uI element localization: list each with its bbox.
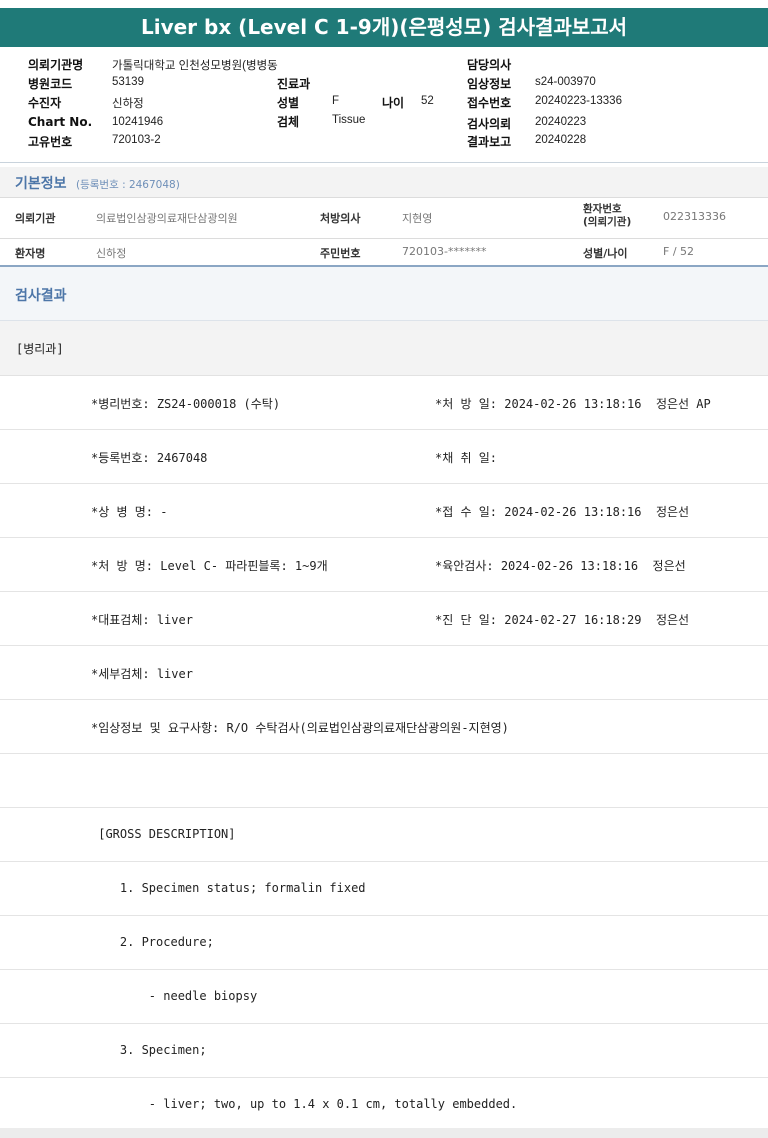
age-value: 52 <box>421 95 434 107</box>
result-line-left: - liver; two, up to 1.4 x 0.1 cm, totall… <box>91 1097 518 1111</box>
org-label: 의뢰기관명 <box>28 58 84 72</box>
basic-info-title: 기본정보 <box>15 176 67 192</box>
org-value: 가톨릭대학교 인천성모병원(병병동 <box>112 60 278 72</box>
age-label: 나이 <box>382 96 405 110</box>
receipt-label: 접수번호 <box>467 96 512 110</box>
specimen-label: 검체 <box>277 115 300 129</box>
sex-value: F <box>332 95 340 107</box>
basic-info-subtitle: (등록번호 : 2467048) <box>76 179 180 191</box>
result-line: *처 방 명: Level C- 파라핀블록: 1~9개 *육안검사: 2024… <box>0 538 768 592</box>
request-value: 20240223 <box>535 116 587 128</box>
prescriber-value: 지현영 <box>402 212 433 225</box>
prescriber-label: 처방의사 <box>320 212 361 225</box>
clinical-value: s24-003970 <box>535 76 596 88</box>
result-line-left: 1. Specimen status; formalin fixed <box>91 881 366 895</box>
sex-label: 성별 <box>277 96 300 110</box>
result-line-left: *세부검체: liver <box>91 667 193 681</box>
result-line: *병리번호: ZS24-000018 (수탁) *처 방 일: 2024-02-… <box>0 376 768 430</box>
patient-no-value: 022313336 <box>663 210 726 223</box>
result-line-blank <box>0 754 768 808</box>
result-line-right: *접 수 일: 2024-02-26 13:18:16 정은선 <box>435 505 690 519</box>
result-line-left: *상 병 명: - <box>91 505 168 519</box>
patient-label: 수진자 <box>28 96 62 110</box>
req-org-value: 의료법인삼광의료재단삼광의원 <box>96 212 238 225</box>
results-title: 검사결과 <box>15 288 67 304</box>
result-line-left: *임상정보 및 요구사항: R/O 수탁검사(의료법인삼광의료재단삼광의원-지현… <box>91 721 509 735</box>
result-line: *등록번호: 2467048 *채 취 일: <box>0 430 768 484</box>
result-line-left: *대표검체: liver <box>91 613 193 627</box>
result-line-left: *등록번호: 2467048 <box>91 451 208 465</box>
basic-info-header: 기본정보 (등록번호 : 2467048) <box>0 167 768 198</box>
basic-info-row-2: 환자명 신하정 주민번호 720103-******* 성별/나이 F / 52 <box>0 239 768 267</box>
results-header: 검사결과 <box>0 267 768 321</box>
report-date-label: 결과보고 <box>467 135 512 149</box>
result-line-left: - needle biopsy <box>91 989 258 1003</box>
result-line: *세부검체: liver <box>0 646 768 700</box>
patient-no-label: 환자번호 (의뢰기관) <box>583 203 631 229</box>
result-line-left: 3. Specimen; <box>91 1043 207 1057</box>
req-org-label: 의뢰기관 <box>15 212 56 225</box>
result-line: *상 병 명: - *접 수 일: 2024-02-26 13:18:16 정은… <box>0 484 768 538</box>
specimen-value: Tissue <box>332 114 366 126</box>
patient-name-value: 신하정 <box>96 247 127 260</box>
patient-no-label-line2: (의뢰기관) <box>583 216 632 228</box>
report-date-value: 20240228 <box>535 134 587 146</box>
receipt-value: 20240223-13336 <box>535 95 622 107</box>
gross-description-heading: [GROSS DESCRIPTION] <box>91 827 236 841</box>
result-line: 2. Procedure; <box>0 916 768 970</box>
patient-no-label-line1: 환자번호 <box>583 203 622 215</box>
clinical-label: 임상정보 <box>467 77 512 91</box>
report-header: 의뢰기관명 가톨릭대학교 인천성모병원(병병동 담당의사 병원코드 53139 … <box>0 50 768 158</box>
sex-age-value: F / 52 <box>663 245 695 258</box>
report-title: Liver bx (Level C 1-9개)(은평성모) 검사결과보고서 <box>0 8 768 47</box>
patient-value: 신하정 <box>112 98 144 110</box>
patient-name-label: 환자명 <box>15 247 46 260</box>
basic-info-row-1: 의뢰기관 의료법인삼광의료재단삼광의원 처방의사 지현영 환자번호 (의뢰기관)… <box>0 198 768 239</box>
department-name: [병리과] <box>16 342 64 356</box>
result-line-left: *처 방 명: Level C- 파라핀블록: 1~9개 <box>91 559 328 573</box>
result-line: *임상정보 및 요구사항: R/O 수탁검사(의료법인삼광의료재단삼광의원-지현… <box>0 700 768 754</box>
code-value: 53139 <box>112 76 144 88</box>
code-label: 병원코드 <box>28 77 73 91</box>
result-line-left: 2. Procedure; <box>91 935 214 949</box>
result-line: - liver; two, up to 1.4 x 0.1 cm, totall… <box>0 1078 768 1128</box>
result-line: [GROSS DESCRIPTION] <box>0 808 768 862</box>
result-line-right: *채 취 일: <box>435 451 498 465</box>
doctor-label: 담당의사 <box>467 58 512 72</box>
result-line: 1. Specimen status; formalin fixed <box>0 862 768 916</box>
header-divider <box>0 162 768 163</box>
sex-age-label: 성별/나이 <box>583 247 628 260</box>
chart-value: 10241946 <box>112 116 164 128</box>
result-line: - needle biopsy <box>0 970 768 1024</box>
result-line: *대표검체: liver *진 단 일: 2024-02-27 16:18:29… <box>0 592 768 646</box>
result-line-left: *병리번호: ZS24-000018 (수탁) <box>91 397 281 411</box>
result-line: 3. Specimen; <box>0 1024 768 1078</box>
request-label: 검사의뢰 <box>467 117 512 131</box>
result-line-right: *육안검사: 2024-02-26 13:18:16 정은선 <box>435 559 686 573</box>
uid-label: 고유번호 <box>28 135 73 149</box>
department-row: [병리과] <box>0 321 768 376</box>
uid-value: 720103-2 <box>112 134 161 146</box>
rrn-label: 주민번호 <box>320 247 361 260</box>
bottom-strip <box>0 1128 768 1138</box>
result-line-right: *처 방 일: 2024-02-26 13:18:16 정은선 AP <box>435 397 711 411</box>
chart-label: Chart No. <box>28 115 93 129</box>
dept-label: 진료과 <box>277 77 311 91</box>
rrn-value: 720103-******* <box>402 245 487 258</box>
result-line-right: *진 단 일: 2024-02-27 16:18:29 정은선 <box>435 613 690 627</box>
